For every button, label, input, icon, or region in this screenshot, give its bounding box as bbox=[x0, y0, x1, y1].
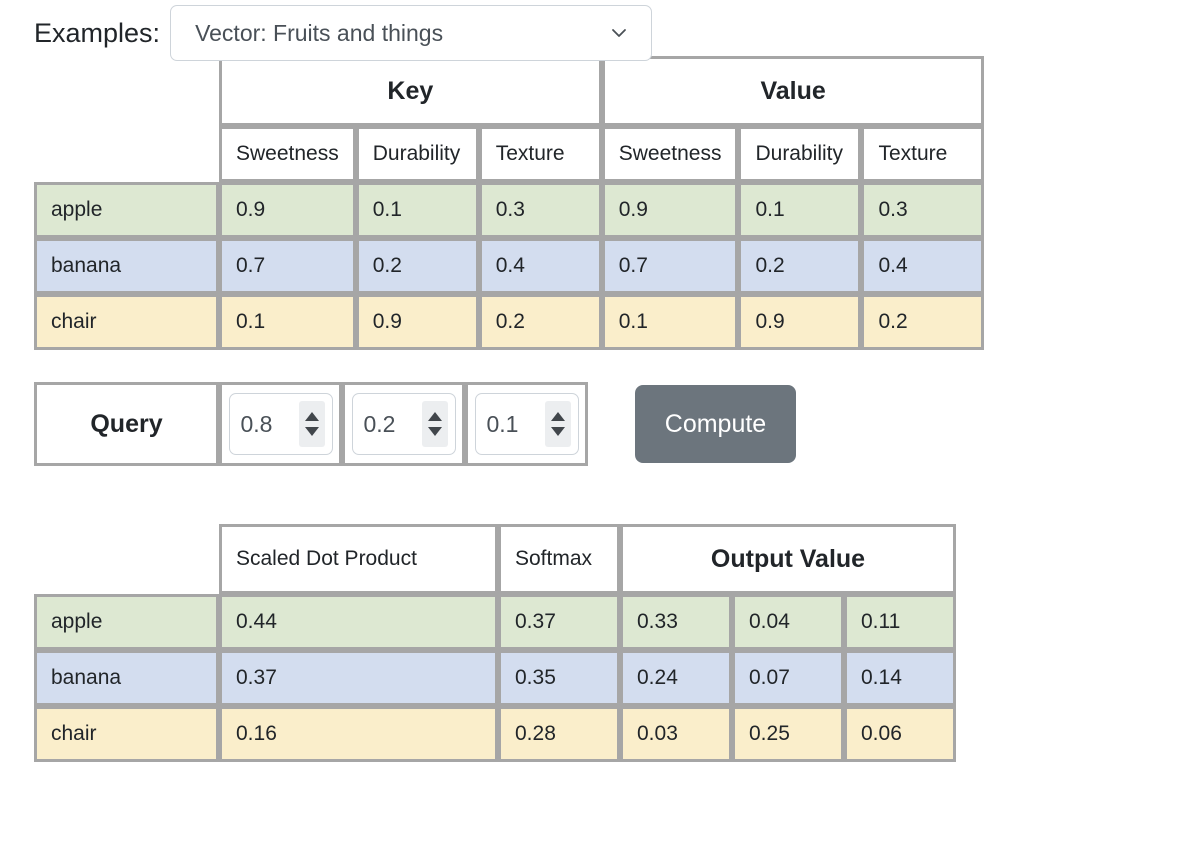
query-table: Query 0.8 0.2 0.1 bbox=[34, 382, 588, 466]
row-label: chair bbox=[34, 706, 219, 762]
cell-value: 0.9 bbox=[738, 294, 862, 350]
stepper-down-icon[interactable] bbox=[550, 427, 565, 436]
sub-header-value-durability: Durability bbox=[738, 126, 862, 182]
corner-spacer bbox=[34, 56, 219, 126]
compute-button[interactable]: Compute bbox=[635, 385, 796, 463]
examples-label: Examples: bbox=[34, 17, 161, 48]
attention-table-wrap: Key Value Sweetness Durability Texture S… bbox=[0, 56, 1188, 350]
cell-scaled-dot-product: 0.44 bbox=[219, 594, 498, 650]
sub-header-key-texture: Texture bbox=[478, 126, 602, 182]
cell-softmax: 0.28 bbox=[498, 706, 620, 762]
query-cell-0: 0.8 bbox=[219, 382, 342, 466]
row-label: banana bbox=[34, 650, 219, 706]
query-stepper-2[interactable] bbox=[544, 401, 571, 447]
cell-softmax: 0.35 bbox=[498, 650, 620, 706]
cell-value: 0.2 bbox=[738, 238, 862, 294]
query-input-value-2[interactable]: 0.1 bbox=[476, 411, 545, 438]
stepper-up-icon[interactable] bbox=[427, 412, 442, 421]
table-row: banana 0.37 0.35 0.24 0.07 0.14 bbox=[34, 650, 956, 706]
query-cell-1: 0.2 bbox=[342, 382, 465, 466]
examples-row: Examples: Vector: Fruits and things bbox=[0, 0, 1188, 61]
query-input-value-1[interactable]: 0.2 bbox=[353, 411, 422, 438]
query-stepper-1[interactable] bbox=[421, 401, 448, 447]
cell-output-value: 0.25 bbox=[732, 706, 844, 762]
sub-header-key-sweetness: Sweetness bbox=[219, 126, 356, 182]
group-header-value: Value bbox=[601, 56, 985, 126]
stepper-up-icon[interactable] bbox=[550, 412, 565, 421]
table-row: apple 0.44 0.37 0.33 0.04 0.11 bbox=[34, 594, 956, 650]
chevron-down-icon bbox=[609, 23, 629, 43]
table-row: banana 0.7 0.2 0.4 0.7 0.2 0.4 bbox=[34, 238, 985, 294]
query-cell-2: 0.1 bbox=[465, 382, 588, 466]
cell-value: 0.2 bbox=[478, 294, 602, 350]
group-header-key: Key bbox=[219, 56, 602, 126]
query-input-0[interactable]: 0.8 bbox=[228, 393, 333, 455]
query-block: Query 0.8 0.2 0.1 Compute bbox=[0, 382, 1188, 466]
table-row: chair 0.1 0.9 0.2 0.1 0.9 0.2 bbox=[34, 294, 985, 350]
cell-output-value: 0.06 bbox=[844, 706, 956, 762]
cell-value: 0.9 bbox=[601, 182, 739, 238]
table-row: apple 0.9 0.1 0.3 0.9 0.1 0.3 bbox=[34, 182, 985, 238]
output-header-row: Scaled Dot Product Softmax Output Value bbox=[34, 524, 956, 594]
example-select-value: Vector: Fruits and things bbox=[195, 19, 444, 46]
cell-value: 0.4 bbox=[478, 238, 602, 294]
cell-value: 0.9 bbox=[219, 182, 356, 238]
cell-value: 0.1 bbox=[219, 294, 356, 350]
row-label: apple bbox=[34, 182, 219, 238]
stepper-up-icon[interactable] bbox=[304, 412, 319, 421]
query-label: Query bbox=[34, 382, 219, 466]
header-output-value: Output Value bbox=[620, 524, 956, 594]
cell-value: 0.2 bbox=[355, 238, 479, 294]
output-table-wrap: Scaled Dot Product Softmax Output Value … bbox=[0, 524, 1188, 762]
corner-spacer-2 bbox=[34, 126, 219, 182]
cell-value: 0.3 bbox=[861, 182, 985, 238]
cell-value: 0.4 bbox=[861, 238, 985, 294]
row-label: chair bbox=[34, 294, 219, 350]
sub-header-key-durability: Durability bbox=[355, 126, 479, 182]
header-softmax: Softmax bbox=[498, 524, 620, 594]
cell-value: 0.2 bbox=[861, 294, 985, 350]
group-header-row: Key Value bbox=[34, 56, 985, 126]
key-value-table: Key Value Sweetness Durability Texture S… bbox=[34, 56, 985, 350]
cell-output-value: 0.33 bbox=[620, 594, 732, 650]
cell-output-value: 0.04 bbox=[732, 594, 844, 650]
sub-header-value-texture: Texture bbox=[861, 126, 985, 182]
sub-header-value-sweetness: Sweetness bbox=[601, 126, 739, 182]
corner-spacer-3 bbox=[34, 524, 219, 594]
row-label: apple bbox=[34, 594, 219, 650]
cell-output-value: 0.11 bbox=[844, 594, 956, 650]
query-stepper-0[interactable] bbox=[298, 401, 325, 447]
query-input-value-0[interactable]: 0.8 bbox=[230, 411, 299, 438]
query-input-1[interactable]: 0.2 bbox=[351, 393, 456, 455]
query-input-2[interactable]: 0.1 bbox=[474, 393, 579, 455]
header-scaled-dot-product: Scaled Dot Product bbox=[219, 524, 498, 594]
cell-output-value: 0.24 bbox=[620, 650, 732, 706]
cell-softmax: 0.37 bbox=[498, 594, 620, 650]
output-table: Scaled Dot Product Softmax Output Value … bbox=[34, 524, 956, 762]
table-row: chair 0.16 0.28 0.03 0.25 0.06 bbox=[34, 706, 956, 762]
cell-output-value: 0.14 bbox=[844, 650, 956, 706]
cell-output-value: 0.03 bbox=[620, 706, 732, 762]
cell-value: 0.9 bbox=[355, 294, 479, 350]
example-select[interactable]: Vector: Fruits and things bbox=[170, 5, 653, 61]
cell-value: 0.7 bbox=[219, 238, 356, 294]
cell-value: 0.3 bbox=[478, 182, 602, 238]
cell-value: 0.7 bbox=[601, 238, 739, 294]
cell-output-value: 0.07 bbox=[732, 650, 844, 706]
cell-scaled-dot-product: 0.16 bbox=[219, 706, 498, 762]
cell-value: 0.1 bbox=[601, 294, 739, 350]
cell-scaled-dot-product: 0.37 bbox=[219, 650, 498, 706]
stepper-down-icon[interactable] bbox=[427, 427, 442, 436]
cell-value: 0.1 bbox=[355, 182, 479, 238]
stepper-down-icon[interactable] bbox=[304, 427, 319, 436]
row-label: banana bbox=[34, 238, 219, 294]
cell-value: 0.1 bbox=[738, 182, 862, 238]
sub-header-row: Sweetness Durability Texture Sweetness D… bbox=[34, 126, 985, 182]
